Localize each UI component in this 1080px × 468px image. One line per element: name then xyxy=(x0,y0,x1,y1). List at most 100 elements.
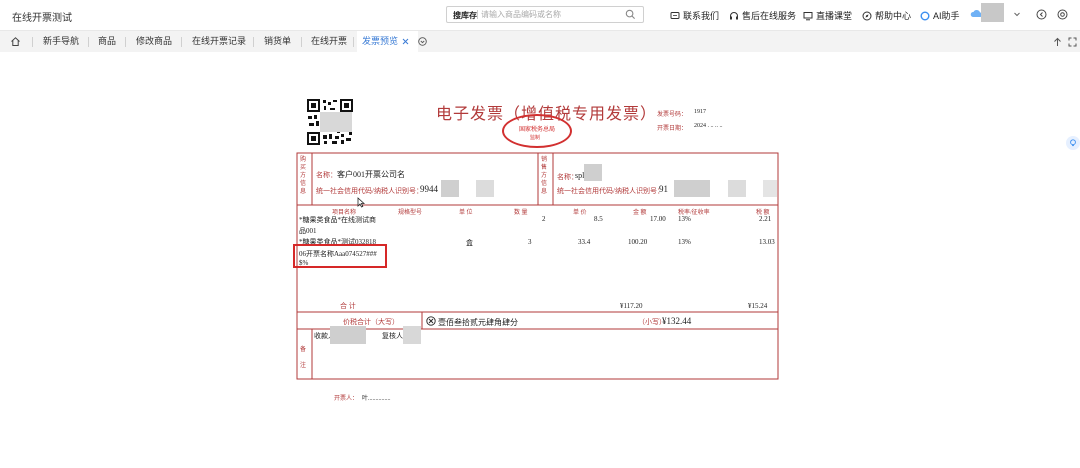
invoice-preview-area: 电子发票（增值税专用发票） 国家税务总局 监制 发票号码： 1917 开票日期：… xyxy=(0,52,1080,468)
compass-icon xyxy=(862,11,872,20)
help-center-link[interactable]: 帮助中心 xyxy=(862,9,911,22)
redacted-buyer-tax xyxy=(441,180,459,197)
lightbulb-icon xyxy=(1070,139,1076,147)
redacted-seller-name xyxy=(584,164,602,181)
total-label: 合 计 xyxy=(340,302,356,310)
invoice-number: 1917 xyxy=(694,109,706,115)
redacted-buyer-tax xyxy=(476,180,494,197)
tab-online-invoice[interactable]: 在线开票 xyxy=(311,31,347,52)
headset-icon xyxy=(730,11,738,19)
redacted-seller-tax xyxy=(728,180,746,197)
row2-qty: 3 xyxy=(528,238,532,246)
live-class-label: 直播课堂 xyxy=(816,11,853,21)
user-avatar[interactable] xyxy=(981,3,1004,22)
header-unit: 单 位 xyxy=(459,210,473,216)
app-title: 在线开票测试 xyxy=(12,13,72,24)
invoice-date: 2024 . .. .. .. xyxy=(694,123,723,129)
grand-total-upper: 壹佰叁拾贰元肆角肆分 xyxy=(438,318,518,327)
header-spec: 规格型号 xyxy=(398,210,423,216)
seal-text: 国家税务总局 xyxy=(519,127,556,133)
cursor-icon xyxy=(357,197,365,208)
seller-tax-id: 91 xyxy=(659,184,668,194)
redacted-qr-area xyxy=(320,112,352,132)
tab-separator xyxy=(88,37,89,47)
search-icon[interactable] xyxy=(625,9,636,20)
seller-name: spl xyxy=(575,171,585,180)
search-box[interactable]: 搜库存 xyxy=(446,6,644,23)
tab-invoice-preview[interactable]: 发票预览 xyxy=(357,31,418,52)
floating-help-button[interactable] xyxy=(1066,136,1080,150)
tab-separator xyxy=(253,37,254,47)
search-divider xyxy=(477,10,478,19)
contact-us-link[interactable]: 联系我们 xyxy=(670,9,719,22)
total-tax: ¥15.24 xyxy=(748,302,768,310)
home-icon[interactable] xyxy=(10,36,21,47)
buyer-name: 客户001开票公司名 xyxy=(337,170,405,179)
tab-invoice-records[interactable]: 在线开票记录 xyxy=(192,31,246,52)
search-scope[interactable]: 搜库存 xyxy=(453,10,477,21)
issuer-label: 开票人： xyxy=(334,396,359,402)
seller-side-label: 销售方信息 xyxy=(541,157,548,195)
row1-qty: 2 xyxy=(542,215,546,223)
row1-price: 8.5 xyxy=(594,215,603,223)
redacted-payee xyxy=(330,326,366,344)
tab-edit-product[interactable]: 修改商品 xyxy=(136,31,172,52)
notes-side-label: 备注 xyxy=(300,347,307,369)
back-circle-icon[interactable] xyxy=(1036,9,1047,20)
search-input[interactable] xyxy=(481,8,621,21)
tab-invoice-preview-label: 发票预览 xyxy=(362,36,399,46)
tab-separator xyxy=(353,37,354,47)
ai-assistant-link[interactable]: AI助手 xyxy=(920,9,960,22)
tab-separator xyxy=(125,37,126,47)
row2-amount: 100.20 xyxy=(628,238,648,246)
tab-sales-order[interactable]: 销货单 xyxy=(264,31,291,52)
buyer-tax-label: 统一社会信用代码/纳税人识别号： xyxy=(316,187,423,195)
tab-guide[interactable]: 新手导航 xyxy=(43,31,79,52)
buyer-name-label: 名称： xyxy=(316,171,337,179)
after-sales-link[interactable]: 售后在线服务 xyxy=(729,9,796,22)
reviewer-label: 复核人 xyxy=(382,332,403,340)
invoice-number-label: 发票号码： xyxy=(657,112,688,118)
header-qty: 数 量 xyxy=(514,210,528,216)
ai-assistant-label: AI助手 xyxy=(933,11,960,21)
top-bar: 在线开票测试 搜库存 联系我们 售后在线服务 直播课堂 帮助中心 AI助手 xyxy=(0,0,1080,31)
row2-rate: 13% xyxy=(678,238,691,246)
redacted-reviewer xyxy=(403,326,421,344)
grand-total-small: ¥132.44 xyxy=(662,316,692,326)
more-tabs-icon[interactable] xyxy=(418,37,427,46)
arrow-up-icon[interactable] xyxy=(1053,37,1062,47)
total-amount: ¥117.20 xyxy=(620,302,643,310)
row1-rate: 13% xyxy=(678,215,691,223)
row1-name-line2: 品001 xyxy=(299,227,317,235)
chat-icon xyxy=(670,11,680,19)
live-class-link[interactable]: 直播课堂 xyxy=(803,9,852,22)
cross-circle-icon xyxy=(426,316,436,326)
seal-sub-text: 监制 xyxy=(530,136,541,141)
contact-us-label: 联系我们 xyxy=(683,11,720,21)
close-icon[interactable] xyxy=(402,38,409,45)
fullscreen-icon[interactable] xyxy=(1068,37,1077,47)
row2-tax: 13.03 xyxy=(759,238,775,246)
row1-amount: 17.00 xyxy=(650,215,666,223)
row2-unit: 盒 xyxy=(466,239,473,247)
tab-separator xyxy=(32,37,33,47)
tab-separator xyxy=(181,37,182,47)
tax-seal: 国家税务总局 监制 xyxy=(502,114,572,148)
settings-icon[interactable] xyxy=(1057,9,1068,20)
header-amount: 金 额 xyxy=(633,210,647,216)
monitor-icon xyxy=(803,11,813,20)
redacted-seller-tax xyxy=(674,180,710,197)
issuer-value: 叶............... xyxy=(362,396,391,402)
redacted-seller-tax xyxy=(763,180,777,197)
buyer-side-label: 购买方信息 xyxy=(300,157,307,195)
invoice-date-label: 开票日期： xyxy=(657,126,688,132)
seller-tax-label: 统一社会信用代码/纳税人识别号： xyxy=(557,187,664,195)
tab-separator xyxy=(301,37,302,47)
tab-products[interactable]: 商品 xyxy=(98,31,116,52)
highlight-box xyxy=(293,244,387,268)
tab-bar: 新手导航 商品 修改商品 在线开票记录 销货单 在线开票 发票预览 xyxy=(0,31,1080,53)
row1-name-line1: *糖果类食品*在线测试商 xyxy=(299,216,376,224)
help-center-label: 帮助中心 xyxy=(875,11,912,21)
buyer-tax-id: 9944 xyxy=(420,184,438,194)
chevron-down-icon[interactable] xyxy=(1013,10,1021,18)
